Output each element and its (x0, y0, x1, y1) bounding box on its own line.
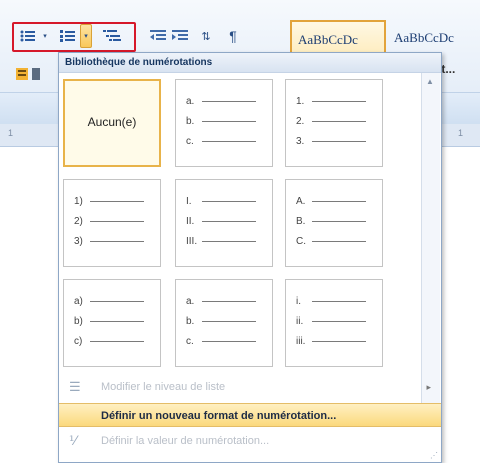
numbering-icon (60, 30, 75, 42)
decrease-indent-icon (150, 30, 166, 40)
tile-label: Aucun(e) (87, 115, 137, 129)
list-marker: II. (186, 215, 195, 227)
style-preview-text: AaBbCcDc (394, 30, 454, 45)
list-marker: b) (74, 315, 83, 327)
decrease-indent-button[interactable] (148, 24, 168, 48)
menu-item-label: Définir la valeur de numérotation... (101, 435, 270, 447)
pilcrow-icon: ¶ (229, 28, 237, 44)
list-marker: 3) (74, 235, 83, 247)
numbering-value-icon: ⅟ (69, 433, 77, 448)
sort-button[interactable]: ⇅ (194, 24, 218, 48)
list-level-icon: ☰ (69, 379, 81, 394)
multilevel-list-button[interactable] (96, 24, 130, 48)
numbering-tile[interactable]: a. b. c. (175, 79, 273, 167)
list-marker: a) (74, 295, 83, 307)
numbering-tile[interactable]: i. ii. iii. (285, 279, 383, 367)
list-marker: 2. (296, 115, 305, 127)
menu-item-label: Définir un nouveau format de numérotatio… (101, 410, 337, 422)
multilevel-list-icon (103, 30, 121, 41)
list-marker: III. (186, 235, 198, 247)
list-marker: ii. (296, 315, 304, 327)
list-marker: A. (296, 195, 306, 207)
list-marker: c. (186, 135, 194, 147)
sort-az-icon: ⇅ (201, 30, 211, 43)
list-marker: I. (186, 195, 192, 207)
bullets-dropdown-arrow-icon[interactable]: ▾ (40, 24, 50, 48)
numbering-button[interactable] (56, 24, 80, 48)
list-marker: c. (186, 335, 194, 347)
shading-button[interactable] (14, 64, 44, 84)
list-marker: B. (296, 215, 306, 227)
numbering-tile[interactable]: I. II. III. (175, 179, 273, 267)
define-new-number-format-item[interactable]: Définir un nouveau format de numérotatio… (59, 403, 441, 427)
shading-icon (16, 68, 40, 80)
resize-grip-icon[interactable]: ⋰ (430, 451, 438, 460)
bullets-button[interactable] (16, 24, 40, 48)
numbering-tile-none[interactable]: Aucun(e) (63, 79, 161, 167)
list-marker: 2) (74, 215, 83, 227)
list-marker: b. (186, 115, 195, 127)
list-marker: 3. (296, 135, 305, 147)
list-marker: a. (186, 95, 195, 107)
list-marker: 1. (296, 95, 305, 107)
bullets-icon (20, 30, 35, 42)
numbering-dropdown-arrow-icon[interactable]: ▾ (80, 24, 92, 48)
increase-indent-button[interactable] (170, 24, 190, 48)
set-numbering-value-item[interactable]: ⅟ Définir la valeur de numérotation... (59, 429, 441, 453)
ruler-mark: 1 (8, 128, 14, 138)
numbering-tile[interactable]: a) b) c) (63, 279, 161, 367)
style-preview-text: AaBbCcDc (298, 32, 358, 47)
ruler-mark: 1 (458, 128, 464, 138)
list-marker: i. (296, 295, 301, 307)
change-list-level-item[interactable]: ☰ Modifier le niveau de liste ▸ (59, 375, 441, 399)
numbering-library-panel: Bibliothèque de numérotations ▲ ▼ Aucun(… (58, 52, 442, 463)
numbering-tile[interactable]: 1. 2. 3. (285, 79, 383, 167)
gallery-scrollbar[interactable]: ▲ ▼ (421, 73, 440, 421)
increase-indent-icon (172, 30, 188, 40)
numbering-tile[interactable]: A. B. C. (285, 179, 383, 267)
list-marker: 1) (74, 195, 83, 207)
list-marker: c) (74, 335, 83, 347)
panel-title: Bibliothèque de numérotations (59, 53, 441, 73)
numbering-tile[interactable]: 1) 2) 3) (63, 179, 161, 267)
list-marker: b. (186, 315, 195, 327)
submenu-arrow-icon: ▸ (426, 382, 431, 392)
menu-item-label: Modifier le niveau de liste (101, 381, 226, 393)
numbering-tile[interactable]: a. b. c. (175, 279, 273, 367)
show-formatting-button[interactable]: ¶ (222, 24, 244, 48)
list-marker: iii. (296, 335, 306, 347)
scroll-up-icon[interactable]: ▲ (426, 77, 434, 86)
list-marker: a. (186, 295, 195, 307)
list-marker: C. (296, 235, 306, 247)
